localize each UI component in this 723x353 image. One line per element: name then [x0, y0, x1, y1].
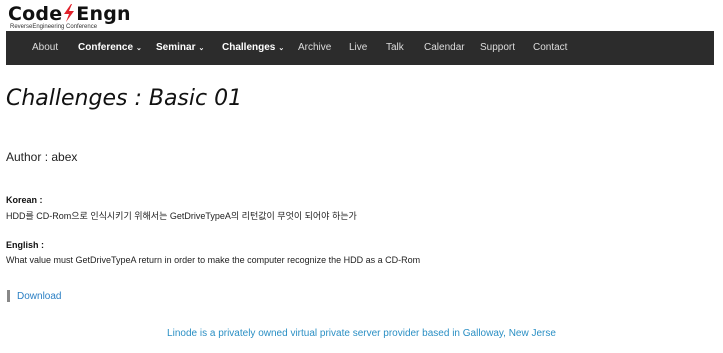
logo-text-right: Engn	[76, 3, 131, 25]
nav-calendar-label: Calendar	[424, 42, 465, 53]
site-logo[interactable]: Code Engn ReverseEngineering Conference	[8, 4, 131, 30]
download-link[interactable]: Download	[17, 291, 61, 302]
nav-calendar[interactable]: Calendar	[424, 31, 465, 65]
logo-text-left: Code	[8, 3, 63, 25]
nav-live[interactable]: Live	[349, 31, 367, 65]
nav-challenges-label: Challenges	[222, 42, 276, 53]
page-title: Challenges : Basic 01	[6, 86, 243, 111]
nav-talk-label: Talk	[386, 42, 404, 53]
nav-archive[interactable]: Archive	[298, 31, 331, 65]
english-label: English :	[6, 240, 44, 250]
korean-description: HDD를 CD-Rom으로 인식시키기 위해서는 GetDriveTypeA의 …	[6, 211, 357, 221]
nav-seminar[interactable]: Seminar ⌄	[156, 31, 204, 65]
nav-support-label: Support	[480, 42, 516, 53]
chevron-down-icon: ⌄	[278, 45, 285, 52]
download-quote-bar	[7, 290, 10, 302]
korean-label: Korean :	[6, 195, 43, 205]
author-line: Author : abex	[6, 150, 78, 164]
english-description: What value must GetDriveTypeA return in …	[6, 255, 421, 265]
main-navbar: About Conference ⌄ Seminar ⌄ Challenges ⌄ A…	[6, 31, 714, 65]
nav-contact-label: Contact	[533, 42, 568, 53]
nav-conference[interactable]: Conference ⌄	[78, 31, 142, 65]
nav-challenges[interactable]: Challenges ⌄	[222, 31, 284, 65]
nav-conference-label: Conference	[78, 42, 134, 53]
chevron-down-icon: ⌄	[198, 45, 205, 52]
nav-about-label: About	[32, 42, 59, 53]
nav-support[interactable]: Support	[480, 31, 515, 65]
chevron-down-icon: ⌄	[136, 45, 142, 52]
nav-about[interactable]: About	[32, 31, 58, 65]
footer-sponsor-text[interactable]: Linode is a privately owned virtual priv…	[0, 328, 723, 339]
nav-archive-label: Archive	[298, 42, 332, 53]
nav-contact[interactable]: Contact	[533, 31, 567, 65]
nav-talk[interactable]: Talk	[386, 31, 404, 65]
logo-subtitle: ReverseEngineering Conference	[10, 24, 98, 30]
nav-seminar-label: Seminar	[156, 42, 196, 53]
nav-live-label: Live	[349, 42, 368, 53]
